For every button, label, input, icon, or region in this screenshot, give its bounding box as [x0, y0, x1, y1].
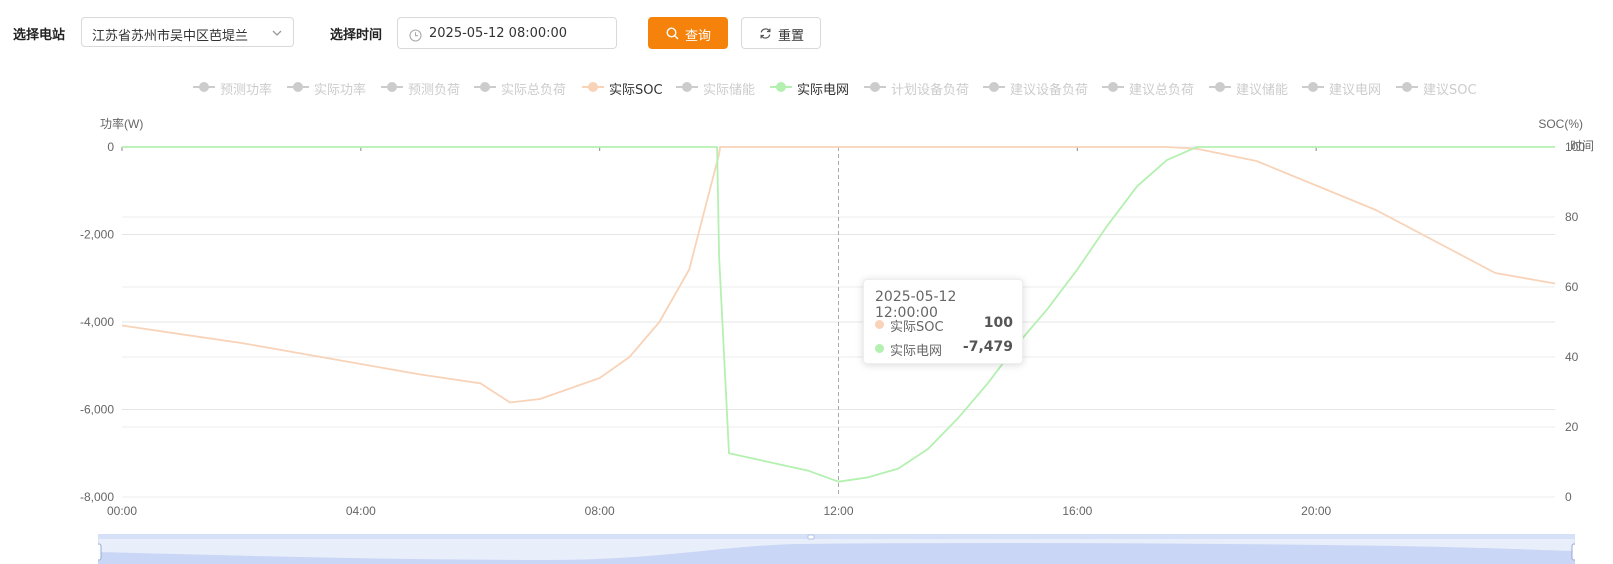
zoom-left-handle[interactable] — [98, 543, 102, 561]
y-right-tick-label: 60 — [1565, 280, 1579, 294]
power-soc-chart[interactable]: 0 -2,000 -4,000 -6,000 -8,000 100 80 60 40 20 0 00:… — [0, 0, 1613, 564]
tooltip-series-name: 实际电网 — [890, 344, 943, 359]
tooltip-series-name: 实际SOC — [890, 320, 944, 335]
tooltip-series-marker — [875, 344, 884, 353]
x-axis-name: 时间 — [1570, 139, 1594, 153]
y-right-tick-label: 20 — [1565, 420, 1579, 434]
tooltip-series-value: 100 — [983, 315, 1013, 331]
y-right-tick-label: 40 — [1565, 350, 1579, 364]
chart-tooltip: 2025-05-12 12:00:00 实际SOC 100 实际电网 -7,47… — [863, 279, 1023, 364]
y-right-tick-label: 0 — [1565, 490, 1572, 504]
data-zoom-slider[interactable] — [98, 534, 1575, 564]
tooltip-series-value: -7,479 — [962, 339, 1013, 355]
zoom-right-handle[interactable] — [1571, 543, 1575, 561]
tooltip-row: 实际SOC 100 — [875, 314, 1013, 335]
x-tick-label: 16:00 — [1062, 504, 1092, 518]
x-tick-label: 12:00 — [823, 504, 853, 518]
zoom-selected-band — [98, 534, 1575, 539]
tooltip-series-marker — [875, 320, 884, 329]
tooltip-row: 实际电网 -7,479 — [875, 338, 1013, 359]
y-left-tick-label: -4,000 — [80, 315, 114, 329]
y-left-tick-label: -2,000 — [80, 228, 114, 242]
y-right-tick-label: 80 — [1565, 210, 1579, 224]
y-left-tick-label: 0 — [107, 140, 114, 154]
zoom-move-handle[interactable] — [807, 534, 815, 540]
y-left-tick-label: -6,000 — [80, 403, 114, 417]
x-tick-label: 08:00 — [585, 504, 615, 518]
y-left-tick-label: -8,000 — [80, 490, 114, 504]
y-left-axis-title: 功率(W) — [100, 116, 143, 131]
x-tick-label: 20:00 — [1301, 504, 1331, 518]
x-tick-label: 00:00 — [107, 504, 137, 518]
x-tick-label: 04:00 — [346, 504, 376, 518]
y-right-axis-title: SOC(%) — [1538, 117, 1583, 131]
